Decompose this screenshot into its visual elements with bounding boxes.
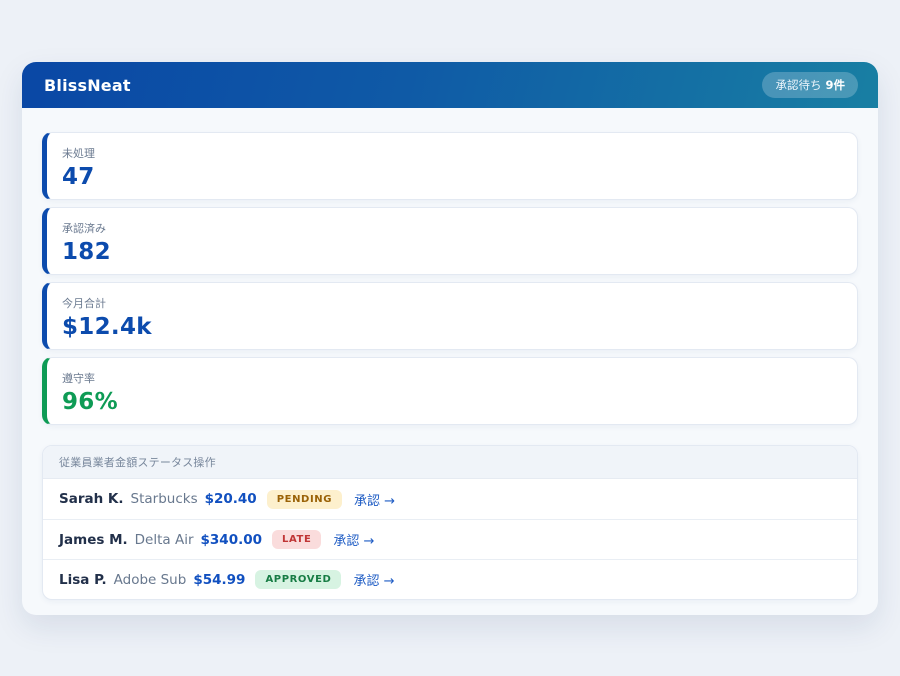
stat-card-compliance-rate: 遵守率 96% <box>42 357 858 425</box>
app-title: BlissNeat <box>44 76 131 95</box>
stat-value: 182 <box>62 239 841 265</box>
stat-card-month-total: 今月合計 $12.4k <box>42 282 858 350</box>
vendor-name: Adobe Sub <box>114 572 187 588</box>
vendor-name: Delta Air <box>135 532 194 548</box>
stat-card-approved: 承認済み 182 <box>42 207 858 275</box>
column-header-actions: 操作 <box>193 456 215 469</box>
stat-value: 47 <box>62 164 841 190</box>
column-header-amount: 金額 <box>115 456 137 469</box>
expense-amount: $340.00 <box>201 532 263 548</box>
approve-link[interactable]: 承認 → <box>353 570 394 589</box>
stat-value: 96% <box>62 389 841 415</box>
column-header-employee: 従業員 <box>59 456 93 469</box>
table-row: Sarah K. Starbucks $20.40 PENDING 承認 → <box>43 479 857 519</box>
approve-link[interactable]: 承認 → <box>354 490 395 509</box>
column-header-vendor: 業者 <box>93 456 115 469</box>
app-container: BlissNeat 承認待ち 9件 未処理 47 承認済み 182 今月合計 $… <box>22 62 878 615</box>
vendor-name: Starbucks <box>131 491 198 507</box>
stat-label: 遵守率 <box>62 370 841 386</box>
status-badge: LATE <box>272 530 321 549</box>
expense-amount: $20.40 <box>205 491 257 507</box>
stat-value: $12.4k <box>62 314 841 340</box>
employee-name: James M. <box>59 532 128 548</box>
column-header-status: ステータス <box>137 456 193 469</box>
expense-amount: $54.99 <box>193 572 245 588</box>
table-row: James M. Delta Air $340.00 LATE 承認 → <box>43 519 857 559</box>
pending-count-badge: 承認待ち 9件 <box>762 72 858 98</box>
approve-link[interactable]: 承認 → <box>333 530 374 549</box>
stat-label: 未処理 <box>62 145 841 161</box>
status-badge: PENDING <box>267 490 342 509</box>
app-body: 未処理 47 承認済み 182 今月合計 $12.4k 遵守率 96% 従業員業… <box>22 108 878 620</box>
stat-card-unprocessed: 未処理 47 <box>42 132 858 200</box>
expense-table: 従業員業者金額ステータス操作 Sarah K. Starbucks $20.40… <box>42 445 858 600</box>
pending-badge-count: 9件 <box>825 77 845 93</box>
app-header: BlissNeat 承認待ち 9件 <box>22 62 878 108</box>
table-row: Lisa P. Adobe Sub $54.99 APPROVED 承認 → <box>43 559 857 599</box>
stat-label: 承認済み <box>62 220 841 236</box>
status-badge: APPROVED <box>255 570 341 589</box>
pending-badge-label: 承認待ち <box>775 77 821 93</box>
stat-label: 今月合計 <box>62 295 841 311</box>
table-header-row: 従業員業者金額ステータス操作 <box>43 446 857 479</box>
employee-name: Sarah K. <box>59 491 124 507</box>
employee-name: Lisa P. <box>59 572 107 588</box>
